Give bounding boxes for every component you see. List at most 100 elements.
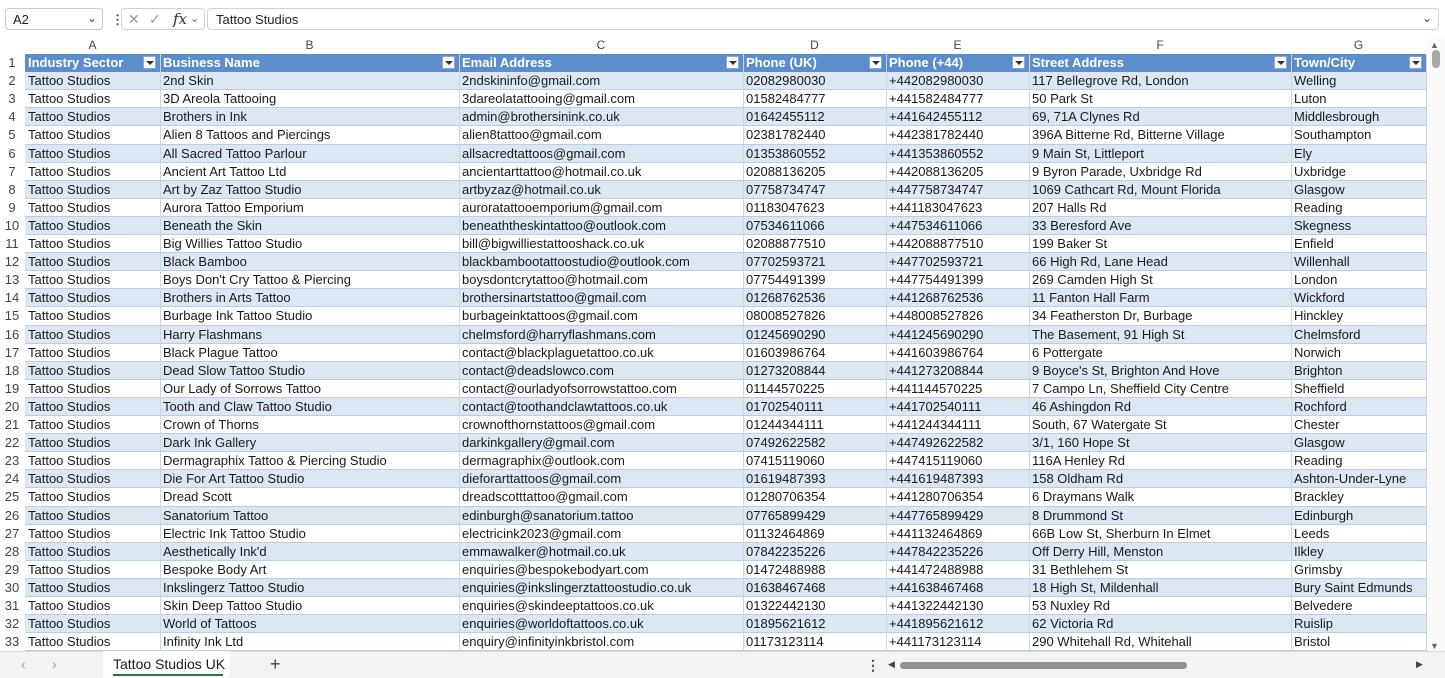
row-header[interactable]: 1 [0,54,24,72]
table-cell[interactable]: Bury Saint Edmunds [1291,579,1426,597]
table-cell[interactable]: Tattoo Studios [25,108,160,126]
table-cell[interactable]: +442088877510 [886,235,1029,253]
table-cell[interactable]: Bespoke Body Art [160,561,459,579]
table-cell[interactable]: 33 Beresford Ave [1029,217,1291,235]
table-cell[interactable]: 01702540111 [743,398,886,416]
table-cell[interactable]: 01638467468 [743,579,886,597]
table-cell[interactable]: 01619487393 [743,470,886,488]
table-cell[interactable]: contact@blackplaguetattoo.co.uk [459,344,743,362]
table-cell[interactable]: 6 Draymans Walk [1029,488,1291,506]
table-cell[interactable]: Dermagraphix Tattoo & Piercing Studio [160,452,459,470]
table-cell[interactable]: enquiry@infinityinkbristol.com [459,633,743,651]
table-cell[interactable]: Tattoo Studios [25,235,160,253]
table-cell[interactable]: 9 Main St, Littleport [1029,145,1291,163]
table-cell[interactable]: 01132464869 [743,525,886,543]
table-cell[interactable]: 08008527826 [743,307,886,325]
table-cell[interactable]: 117 Bellegrove Rd, London [1029,72,1291,90]
table-cell[interactable]: The Basement, 91 High St [1029,326,1291,344]
table-cell[interactable]: artbyzaz@hotmail.co.uk [459,181,743,199]
row-header[interactable]: 13 [0,271,24,289]
column-header-a[interactable]: A [25,37,160,54]
table-cell[interactable]: Dark Ink Gallery [160,434,459,452]
row-header[interactable]: 15 [0,307,24,325]
table-cell[interactable]: +441472488988 [886,561,1029,579]
table-cell[interactable]: 34 Featherston Dr, Burbage [1029,307,1291,325]
table-cell[interactable]: Norwich [1291,344,1426,362]
table-cell[interactable]: chelmsford@harryflashmans.com [459,326,743,344]
table-cell[interactable]: 9 Boyce's St, Brighton And Hove [1029,362,1291,380]
table-cell[interactable]: Ashton-Under-Lyne [1291,470,1426,488]
table-cell[interactable]: dermagraphix@outlook.com [459,452,743,470]
table-cell[interactable]: Leeds [1291,525,1426,543]
table-cell[interactable]: +447702593721 [886,253,1029,271]
filter-dropdown-icon[interactable] [726,56,739,69]
table-cell[interactable]: Tattoo Studios [25,398,160,416]
more-options-icon[interactable]: ⋮ [866,657,880,674]
table-cell[interactable]: 3D Areola Tattooing [160,90,459,108]
table-cell[interactable]: 07415119060 [743,452,886,470]
table-cell[interactable]: 07842235226 [743,543,886,561]
table-cell[interactable]: Brighton [1291,362,1426,380]
table-cell[interactable]: Dead Slow Tattoo Studio [160,362,459,380]
table-cell[interactable]: 01895621612 [743,615,886,633]
table-cell[interactable]: Tattoo Studios [25,181,160,199]
table-cell[interactable]: +441144570225 [886,380,1029,398]
table-cell[interactable]: Art by Zaz Tattoo Studio [160,181,459,199]
column-header-cell[interactable]: Business Name [160,54,459,72]
table-cell[interactable]: 53 Nuxley Rd [1029,597,1291,615]
chevron-right-icon[interactable]: › [52,656,57,672]
sheet-tab-tattoo-studios-uk[interactable]: Tattoo Studios UK [103,651,230,678]
plus-icon[interactable]: + [270,654,281,675]
column-header-cell[interactable]: Phone (UK) [743,54,886,72]
row-header[interactable]: 26 [0,507,24,525]
row-header[interactable]: 6 [0,145,24,163]
table-cell[interactable]: Belvedere [1291,597,1426,615]
table-cell[interactable]: 199 Baker St [1029,235,1291,253]
table-cell[interactable]: +441619487393 [886,470,1029,488]
table-cell[interactable]: +441132464869 [886,525,1029,543]
table-cell[interactable]: +441642455112 [886,108,1029,126]
table-cell[interactable]: +441895621612 [886,615,1029,633]
table-cell[interactable]: 02082980030 [743,72,886,90]
column-header-f[interactable]: F [1029,37,1291,54]
table-cell[interactable]: darkinkgallery@gmail.com [459,434,743,452]
table-cell[interactable]: 7 Campo Ln, Sheffield City Centre [1029,380,1291,398]
table-cell[interactable]: Ely [1291,145,1426,163]
column-header-c[interactable]: C [459,37,743,54]
table-cell[interactable]: ancientarttattoo@hotmail.co.uk [459,163,743,181]
table-cell[interactable]: Uxbridge [1291,163,1426,181]
row-header[interactable]: 20 [0,398,24,416]
row-header[interactable]: 23 [0,452,24,470]
row-header[interactable]: 21 [0,416,24,434]
table-cell[interactable]: +448008527826 [886,307,1029,325]
table-cell[interactable]: contact@deadslowco.com [459,362,743,380]
table-cell[interactable]: Tattoo Studios [25,561,160,579]
row-header[interactable]: 14 [0,289,24,307]
table-cell[interactable]: Tattoo Studios [25,615,160,633]
table-cell[interactable]: Tooth and Claw Tattoo Studio [160,398,459,416]
table-cell[interactable]: 1069 Cathcart Rd, Mount Florida [1029,181,1291,199]
row-header[interactable]: 12 [0,253,24,271]
row-header[interactable]: 19 [0,380,24,398]
table-cell[interactable]: Tattoo Studios [25,72,160,90]
scroll-right-icon[interactable]: ▶ [1416,659,1423,670]
filter-dropdown-icon[interactable] [143,56,156,69]
table-cell[interactable]: Reading [1291,452,1426,470]
table-cell[interactable]: 01642455112 [743,108,886,126]
vertical-scroll-thumb[interactable] [1432,50,1440,68]
table-cell[interactable]: +442088136205 [886,163,1029,181]
vertical-scrollbar[interactable] [1428,37,1445,651]
table-cell[interactable]: Big Willies Tattoo Studio [160,235,459,253]
table-cell[interactable]: 8 Drummond St [1029,507,1291,525]
table-cell[interactable]: Rochford [1291,398,1426,416]
table-cell[interactable]: Die For Art Tattoo Studio [160,470,459,488]
table-cell[interactable]: Skin Deep Tattoo Studio [160,597,459,615]
chevron-left-icon[interactable]: ‹ [21,656,26,672]
horizontal-scroll-thumb[interactable] [900,662,1187,669]
table-cell[interactable]: Black Plague Tattoo [160,344,459,362]
table-cell[interactable]: 9 Byron Parade, Uxbridge Rd [1029,163,1291,181]
table-cell[interactable]: 269 Camden High St [1029,271,1291,289]
table-cell[interactable]: Boys Don't Cry Tattoo & Piercing [160,271,459,289]
table-cell[interactable]: Brackley [1291,488,1426,506]
table-cell[interactable]: 62 Victoria Rd [1029,615,1291,633]
